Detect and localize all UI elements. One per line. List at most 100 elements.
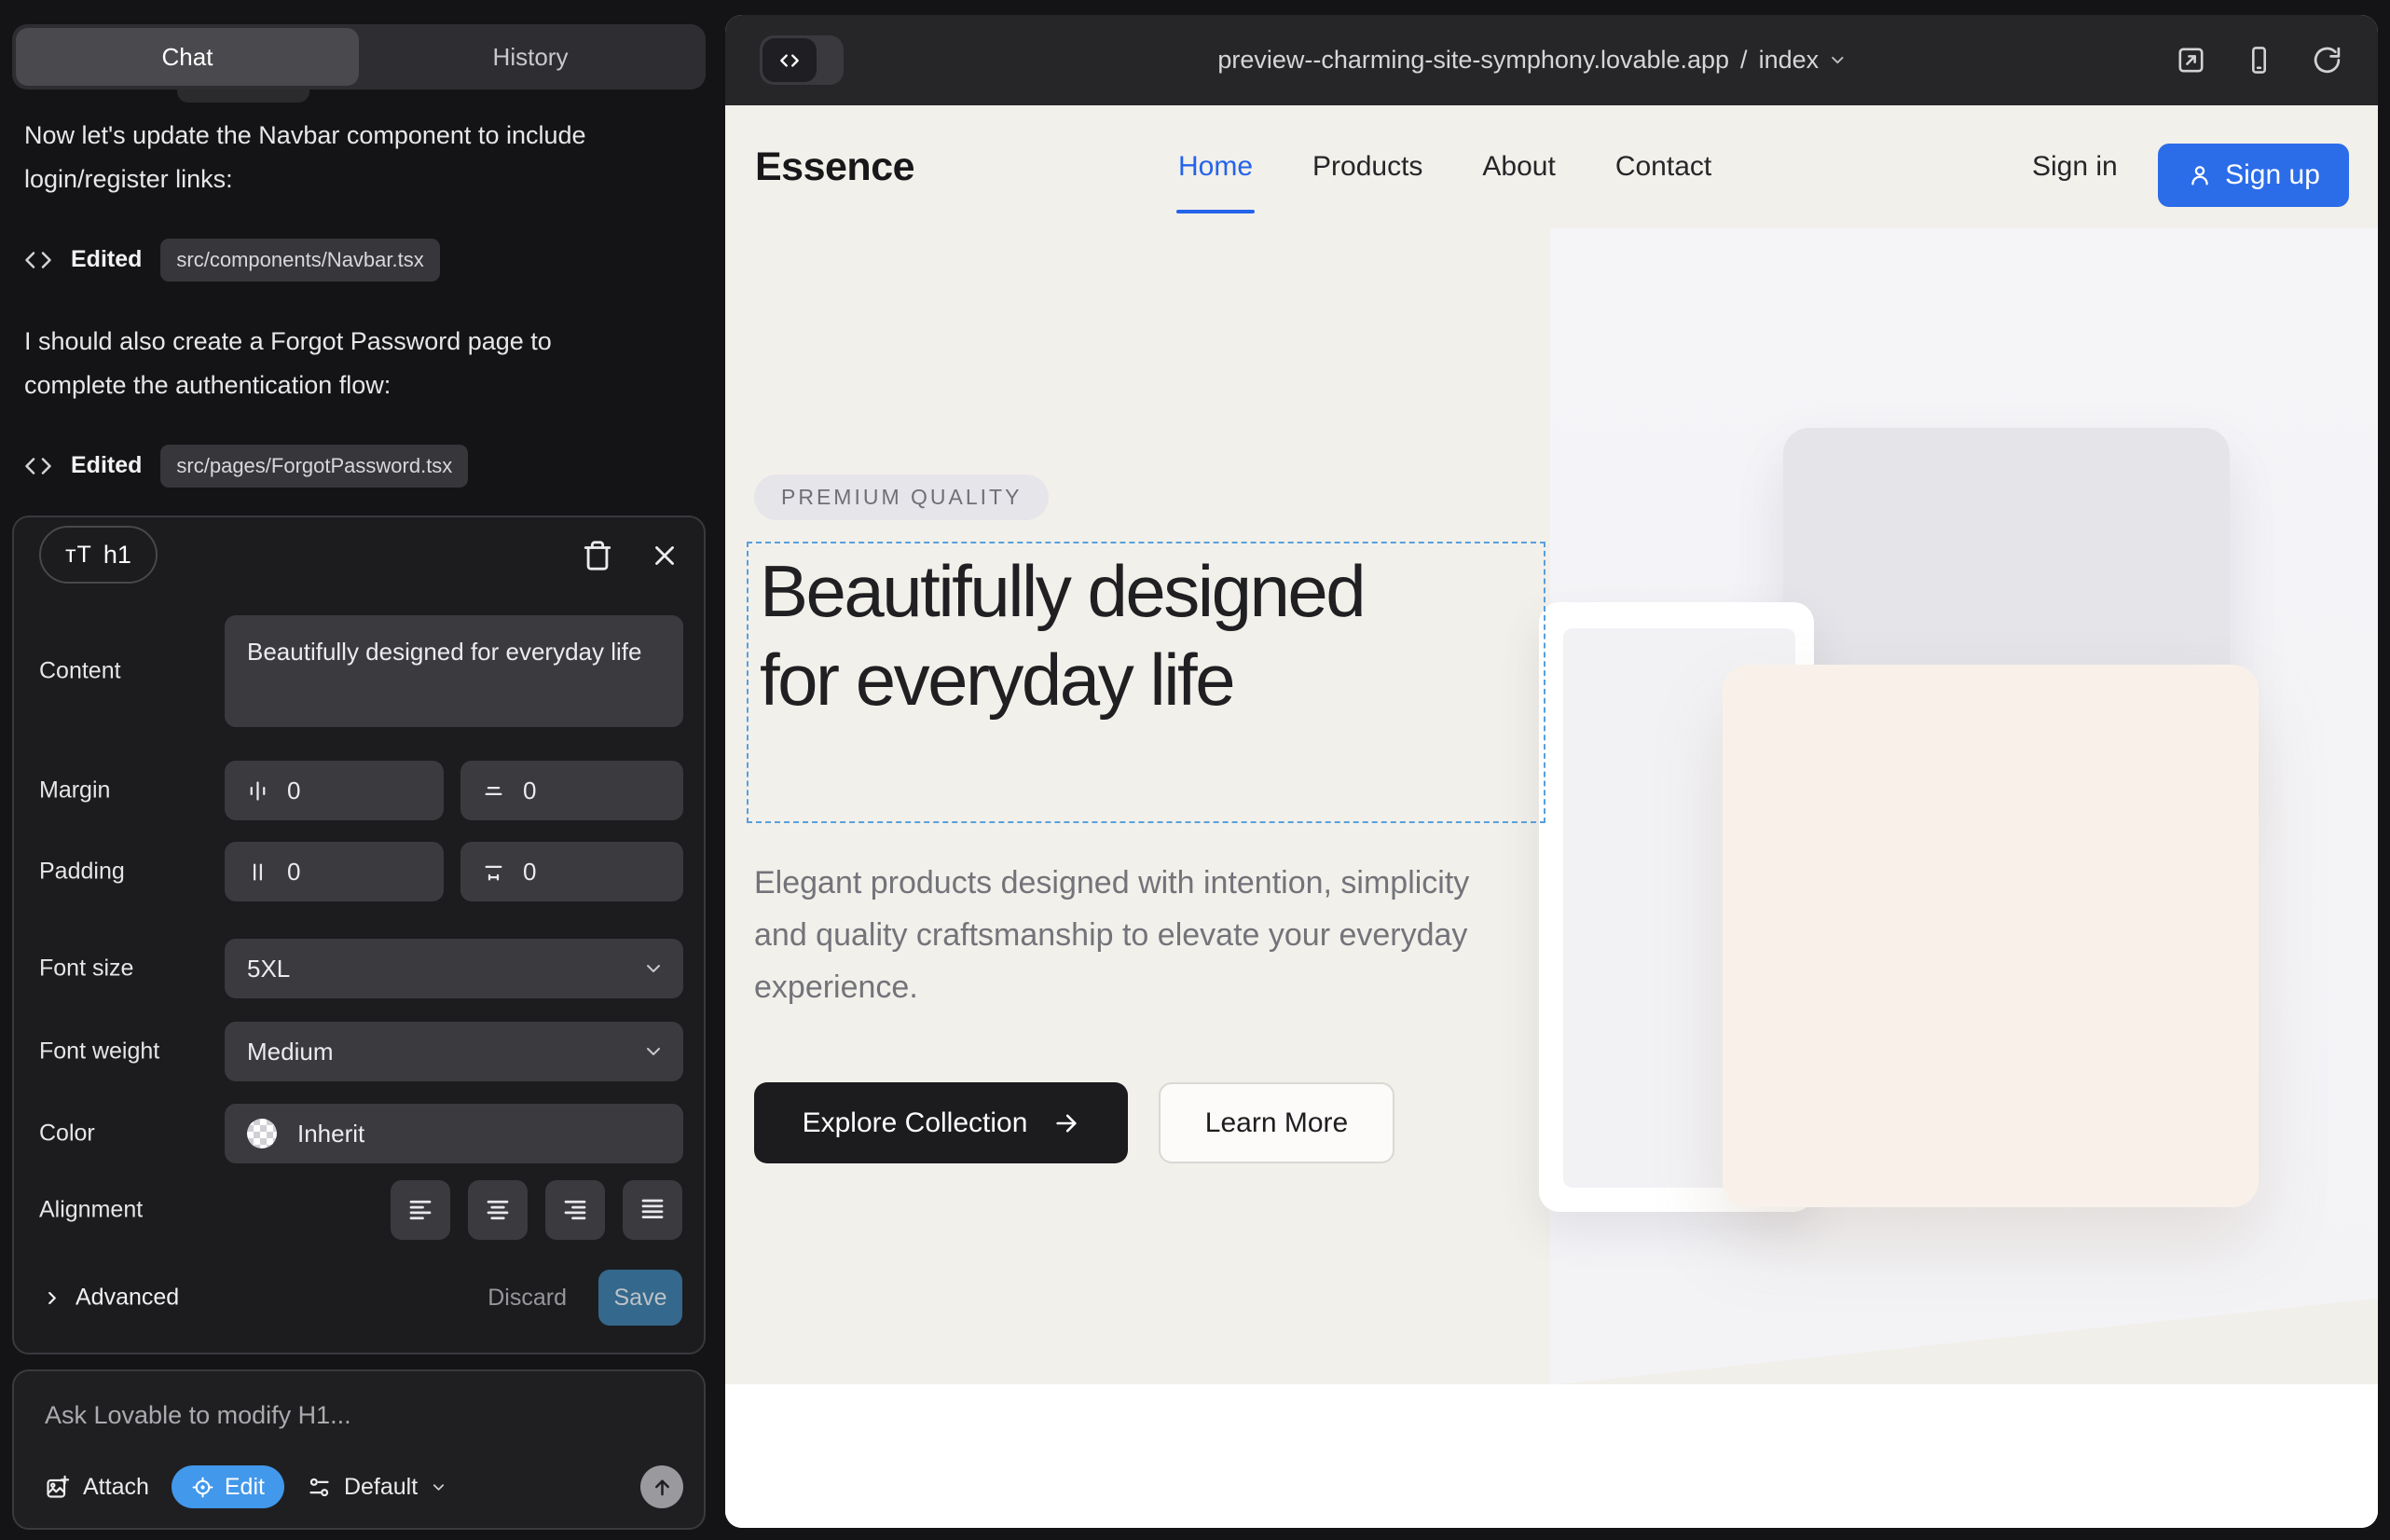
attach-button[interactable]: Attach bbox=[45, 1474, 149, 1501]
learn-more-button[interactable]: Learn More bbox=[1159, 1082, 1394, 1163]
align-left-button[interactable] bbox=[391, 1180, 450, 1240]
premium-quality-badge: PREMIUM QUALITY bbox=[754, 474, 1049, 520]
chevron-down-icon bbox=[1828, 50, 1847, 70]
sliders-icon bbox=[307, 1475, 332, 1500]
site-nav-links: Home Products About Contact bbox=[1178, 105, 1711, 228]
tab-history[interactable]: History bbox=[359, 28, 702, 86]
element-editor-panel: тT h1 Content Beautifully designed for e… bbox=[12, 516, 706, 1354]
preview-url-bar[interactable]: preview--charming-site-symphony.lovable.… bbox=[1217, 15, 1847, 105]
smartphone-icon bbox=[2244, 45, 2274, 76]
save-button[interactable]: Save bbox=[598, 1270, 682, 1326]
padding-label: Padding bbox=[39, 859, 125, 886]
refresh-icon bbox=[2312, 45, 2342, 76]
padding-vertical-icon bbox=[481, 859, 506, 885]
chevron-down-icon bbox=[430, 1478, 447, 1496]
padding-x-input[interactable]: 0 bbox=[225, 842, 444, 901]
external-link-icon bbox=[2176, 45, 2206, 76]
chevron-right-icon bbox=[42, 1287, 62, 1308]
align-center-icon bbox=[484, 1196, 512, 1224]
align-justify-button[interactable] bbox=[623, 1180, 682, 1240]
mobile-view-button[interactable] bbox=[2244, 45, 2274, 76]
code-icon bbox=[777, 48, 802, 73]
padding-horizontal-icon bbox=[245, 859, 270, 885]
color-label: Color bbox=[39, 1121, 95, 1148]
color-swatch-transparent bbox=[247, 1119, 277, 1148]
hero-cta-row: Explore Collection Learn More bbox=[754, 1082, 1394, 1163]
product-image-placeholder-beige bbox=[1723, 665, 2259, 1207]
model-mode-selector[interactable]: Default bbox=[307, 1474, 447, 1501]
margin-x-input[interactable]: 0 bbox=[225, 761, 444, 820]
crosshair-icon bbox=[191, 1476, 214, 1499]
nav-link-home[interactable]: Home bbox=[1178, 105, 1253, 228]
site-logo[interactable]: Essence bbox=[755, 105, 914, 228]
sign-in-link[interactable]: Sign in bbox=[2032, 105, 2118, 228]
trash-icon bbox=[582, 540, 613, 571]
toggle-knob bbox=[762, 38, 817, 82]
tab-chat[interactable]: Chat bbox=[16, 28, 359, 86]
align-left-icon bbox=[406, 1196, 434, 1224]
site-next-section bbox=[725, 1384, 2378, 1528]
site-navbar: Essence Home Products About Contact Sign… bbox=[725, 105, 2378, 228]
arrow-up-icon bbox=[652, 1477, 673, 1498]
hero-description: Elegant products designed with intention… bbox=[754, 857, 1490, 1013]
margin-y-input[interactable]: 0 bbox=[460, 761, 683, 820]
edited-file-row[interactable]: Edited src/pages/ForgotPassword.tsx bbox=[24, 443, 686, 488]
edited-file-badge[interactable]: src/components/Navbar.tsx bbox=[160, 239, 439, 282]
align-right-icon bbox=[561, 1196, 589, 1224]
url-separator: / bbox=[1740, 46, 1748, 75]
discard-button[interactable]: Discard bbox=[488, 1285, 567, 1312]
alignment-buttons bbox=[391, 1180, 682, 1240]
edited-file-badge[interactable]: src/pages/ForgotPassword.tsx bbox=[160, 445, 468, 488]
edit-mode-button[interactable]: Edit bbox=[172, 1465, 284, 1508]
align-right-button[interactable] bbox=[545, 1180, 605, 1240]
font-size-label: Font size bbox=[39, 956, 133, 983]
chat-messages: Now let's update the Navbar component to… bbox=[24, 114, 686, 526]
nav-link-products[interactable]: Products bbox=[1312, 105, 1422, 228]
advanced-toggle[interactable]: Advanced bbox=[42, 1285, 179, 1312]
edited-label: Edited bbox=[71, 246, 142, 273]
edited-label: Edited bbox=[71, 452, 142, 479]
hero-heading[interactable]: Beautifully designed for everyday life bbox=[749, 543, 1401, 724]
code-icon bbox=[24, 452, 52, 480]
send-button[interactable] bbox=[640, 1465, 683, 1508]
element-tag-name: h1 bbox=[103, 541, 131, 570]
align-center-button[interactable] bbox=[468, 1180, 528, 1240]
font-weight-label: Font weight bbox=[39, 1038, 159, 1066]
margin-label: Margin bbox=[39, 777, 110, 804]
editor-footer: Advanced Discard Save bbox=[14, 1268, 707, 1327]
chevron-down-icon bbox=[642, 1040, 665, 1063]
prompt-composer[interactable]: Ask Lovable to modify H1... Attach Edit … bbox=[12, 1369, 706, 1530]
selected-element-outline[interactable]: Beautifully designed for everyday life bbox=[747, 542, 1545, 823]
chat-history-tabs: Chat History bbox=[12, 24, 706, 89]
url-host: preview--charming-site-symphony.lovable.… bbox=[1217, 46, 1729, 75]
explore-collection-button[interactable]: Explore Collection bbox=[754, 1082, 1128, 1163]
close-editor-button[interactable] bbox=[649, 540, 680, 571]
preview-actions bbox=[2176, 15, 2342, 105]
chat-message: Now let's update the Navbar component to… bbox=[24, 114, 658, 201]
chevron-down-icon bbox=[642, 957, 665, 980]
prompt-input[interactable]: Ask Lovable to modify H1... bbox=[45, 1401, 351, 1430]
site-canvas: Essence Home Products About Contact Sign… bbox=[725, 105, 2378, 1528]
content-label: Content bbox=[39, 658, 121, 685]
nav-link-about[interactable]: About bbox=[1482, 105, 1555, 228]
close-icon bbox=[649, 540, 680, 571]
code-icon bbox=[24, 246, 52, 274]
edited-file-row[interactable]: Edited src/components/Navbar.tsx bbox=[24, 237, 686, 282]
code-view-toggle[interactable] bbox=[760, 35, 844, 85]
nav-link-contact[interactable]: Contact bbox=[1615, 105, 1711, 228]
alignment-label: Alignment bbox=[39, 1197, 143, 1224]
url-path[interactable]: index bbox=[1759, 46, 1820, 75]
align-justify-icon bbox=[639, 1196, 666, 1224]
type-icon: тT bbox=[65, 542, 92, 569]
color-select[interactable]: Inherit bbox=[225, 1104, 683, 1163]
refresh-button[interactable] bbox=[2312, 45, 2342, 76]
padding-y-input[interactable]: 0 bbox=[460, 842, 683, 901]
font-weight-select[interactable]: Medium bbox=[225, 1022, 683, 1081]
font-size-select[interactable]: 5XL bbox=[225, 939, 683, 998]
content-input[interactable]: Beautifully designed for everyday life bbox=[225, 615, 683, 727]
open-in-new-tab-button[interactable] bbox=[2176, 45, 2206, 76]
delete-element-button[interactable] bbox=[582, 540, 613, 571]
arrow-right-icon bbox=[1053, 1110, 1079, 1136]
app-root: Chat History Now let's update the Navbar… bbox=[0, 0, 2390, 1540]
sign-up-button[interactable]: Sign up bbox=[2158, 144, 2349, 207]
